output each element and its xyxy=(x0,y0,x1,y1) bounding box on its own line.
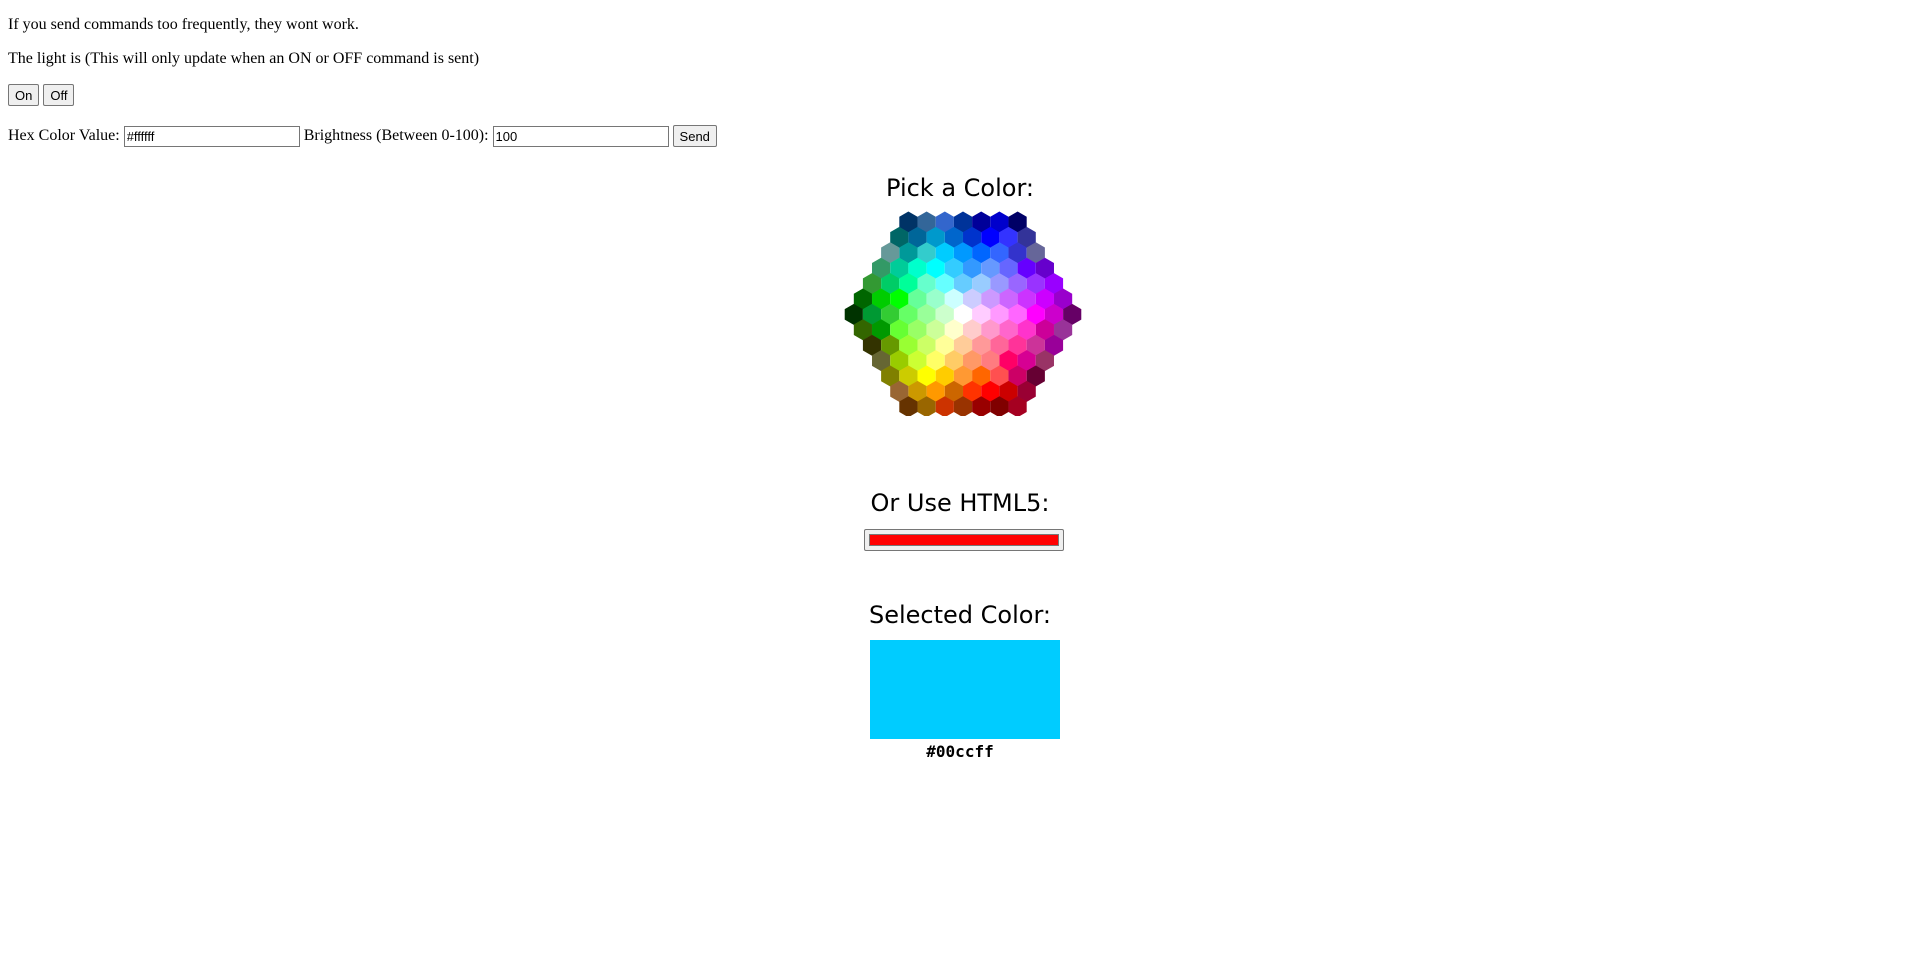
light-status-text: The light is (This will only update when… xyxy=(8,50,480,67)
html5-heading: Or Use HTML5: xyxy=(870,489,1050,517)
color-form: Hex Color Value: Brightness (Between 0-1… xyxy=(8,124,1912,148)
brightness-label: Brightness (Between 0-100): xyxy=(303,127,489,144)
html5-color-swatch xyxy=(869,534,1059,546)
notice-text: If you send commands too frequently, the… xyxy=(8,16,359,33)
hex-color-map[interactable] xyxy=(843,211,1083,416)
html5-color-picker[interactable] xyxy=(864,529,1064,551)
hex-color-input[interactable] xyxy=(123,125,300,147)
on-button[interactable]: On xyxy=(8,84,40,106)
selected-color-heading: Selected Color: xyxy=(869,601,1051,629)
pick-color-heading: Pick a Color: xyxy=(886,174,1034,202)
send-button[interactable]: Send xyxy=(672,125,717,147)
selected-color-hex: #00ccff xyxy=(926,742,994,761)
hex-label: Hex Color Value: xyxy=(8,127,120,144)
brightness-input[interactable] xyxy=(492,125,669,147)
selected-color-swatch xyxy=(870,640,1060,739)
off-button[interactable]: Off xyxy=(43,84,75,106)
power-controls: On Off xyxy=(8,84,1912,108)
